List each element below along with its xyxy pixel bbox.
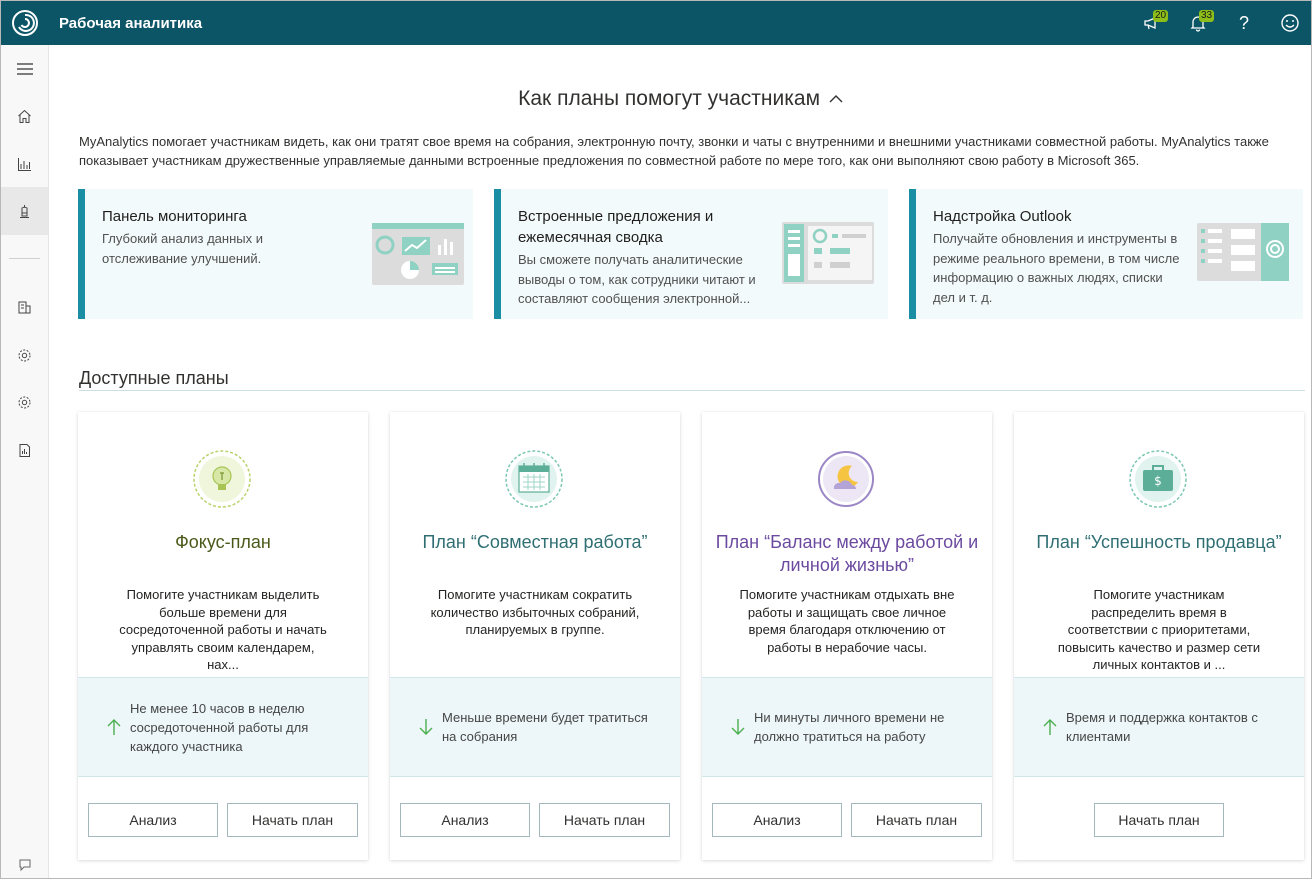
svg-text:$: $ [1154,474,1162,488]
feedback-smiley-button[interactable] [1267,1,1311,45]
plan-description: Помогите участникам сократить количество… [430,587,640,637]
plan-description: Помогите участникам выделить больше врем… [119,587,327,672]
plan-metric-text: Ни минуты личного времени не должно трат… [754,710,945,744]
feature-card-outlook-addin: Надстройка Outlook Получайте обновления … [909,189,1303,319]
plan-metric: Не менее 10 часов в неделю сосредоточенн… [78,677,368,777]
plan-card-sales: $ План “Успешность продавца” Помогите уч… [1014,412,1304,860]
nav-feedback[interactable] [1,850,48,878]
top-bar: Рабочая аналитика 20 33 ? [1,1,1311,45]
plan-metric: Ни минуты личного времени не должно трат… [702,677,992,777]
start-plan-button[interactable]: Начать план [1094,803,1224,837]
smiley-icon [1281,14,1299,32]
plan-description: Помогите участникам отдыхать вне работы … [739,587,955,655]
feature-title: Панель мониторинга [102,208,247,225]
announcements-button[interactable]: 20 [1129,1,1175,45]
settings-icon [18,349,31,361]
feature-title: Встроенные предложения и ежемесячная сво… [518,208,714,246]
home-icon [18,109,31,123]
moon-cloud-icon [818,451,874,507]
help-button[interactable]: ? [1221,1,1267,45]
plan-card-focus: Фокус-план Помогите участникам выделить … [78,412,368,860]
start-plan-button[interactable]: Начать план [227,803,358,837]
inline-suggestions-illustration-icon [782,222,874,284]
announcements-count-badge: 20 [1153,10,1169,22]
feature-title: Надстройка Outlook [933,208,1072,225]
feature-desc: Вы сможете получать аналитические выводы… [518,252,756,306]
plan-description: Помогите участникам распределить время в… [1057,587,1261,672]
arrow-up-icon [1043,719,1057,735]
plans-intro-header[interactable]: Как планы помогут участникам [49,87,1311,111]
chart-icon [18,157,31,171]
notifications-button[interactable]: 33 [1175,1,1221,45]
plan-title: Фокус-план [175,532,271,552]
plans-intro-text: MyAnalytics помогает участникам видеть, … [79,134,1269,168]
nav-data-quality[interactable] [1,426,48,474]
workplace-analytics-logo[interactable] [1,1,49,45]
help-icon: ? [1238,12,1249,33]
lamp-icon [20,204,29,218]
outlook-addin-illustration-icon [1197,223,1289,281]
feature-desc: Получайте обновления и инструменты в реж… [933,231,1180,305]
left-nav [1,45,49,878]
plan-card-collaboration: План “Совместная работа” Помогите участн… [390,412,680,860]
calendar-icon [505,450,563,508]
available-plans-heading: Доступные планы [79,368,229,388]
feedback-icon [19,859,30,872]
plan-title: План “Успешность продавца” [1036,532,1282,552]
plan-card-wellbeing: План “Баланс между работой и личной жизн… [702,412,992,860]
settings-alt-icon [18,396,31,408]
nav-divider [9,258,40,259]
arrow-down-icon [419,719,433,735]
app-window: Рабочая аналитика 20 33 ? Как планы помо… [0,0,1312,879]
nav-admin-settings[interactable] [1,378,48,426]
start-plan-button[interactable]: Начать план [539,803,670,837]
document-chart-icon [19,443,30,457]
feature-desc: Глубокий анализ данных и отслеживание ул… [102,231,263,266]
analysis-button[interactable]: Анализ [400,803,530,837]
feature-card-inline-suggestions: Встроенные предложения и ежемесячная сво… [494,189,888,319]
available-plans-divider [79,390,1305,391]
nav-plans[interactable] [1,187,48,235]
plan-metric-text: Время и поддержка контактов с клиентами [1066,710,1258,744]
nav-home[interactable] [1,92,48,140]
hamburger-menu-button[interactable] [1,45,48,93]
feature-card-dashboard: Панель мониторинга Глубокий анализ данны… [78,189,473,319]
top-right-actions: 20 33 ? [1129,1,1311,45]
plan-metric-text: Меньше времени будет тратиться на собран… [442,710,648,744]
arrow-up-icon [107,719,121,735]
plan-metric-text: Не менее 10 часов в неделю сосредоточенн… [130,700,309,754]
main-content: Как планы помогут участникам MyAnalytics… [49,45,1311,878]
start-plan-button[interactable]: Начать план [851,803,982,837]
analysis-button[interactable]: Анализ [88,803,218,837]
lightbulb-icon [193,450,251,508]
briefcase-money-icon: $ [1129,450,1187,508]
plan-title: План “Баланс между работой и личной жизн… [715,532,979,575]
hamburger-menu-icon [16,63,33,75]
plans-intro-title: Как планы помогут участникам [518,87,821,110]
nav-settings[interactable] [1,331,48,379]
plan-metric: Время и поддержка контактов с клиентами [1014,677,1304,777]
app-title: Рабочая аналитика [59,14,203,32]
notifications-count-badge: 33 [1199,10,1215,22]
analysis-button[interactable]: Анализ [712,803,842,837]
nav-reports[interactable] [1,283,48,331]
nav-analysis[interactable] [1,140,48,188]
arrow-down-icon [731,719,745,735]
plan-metric: Меньше времени будет тратиться на собран… [390,677,680,777]
dashboard-illustration-icon [372,223,464,285]
report-users-icon [18,301,31,313]
chevron-up-icon [829,95,843,103]
plan-title: План “Совместная работа” [422,532,648,552]
